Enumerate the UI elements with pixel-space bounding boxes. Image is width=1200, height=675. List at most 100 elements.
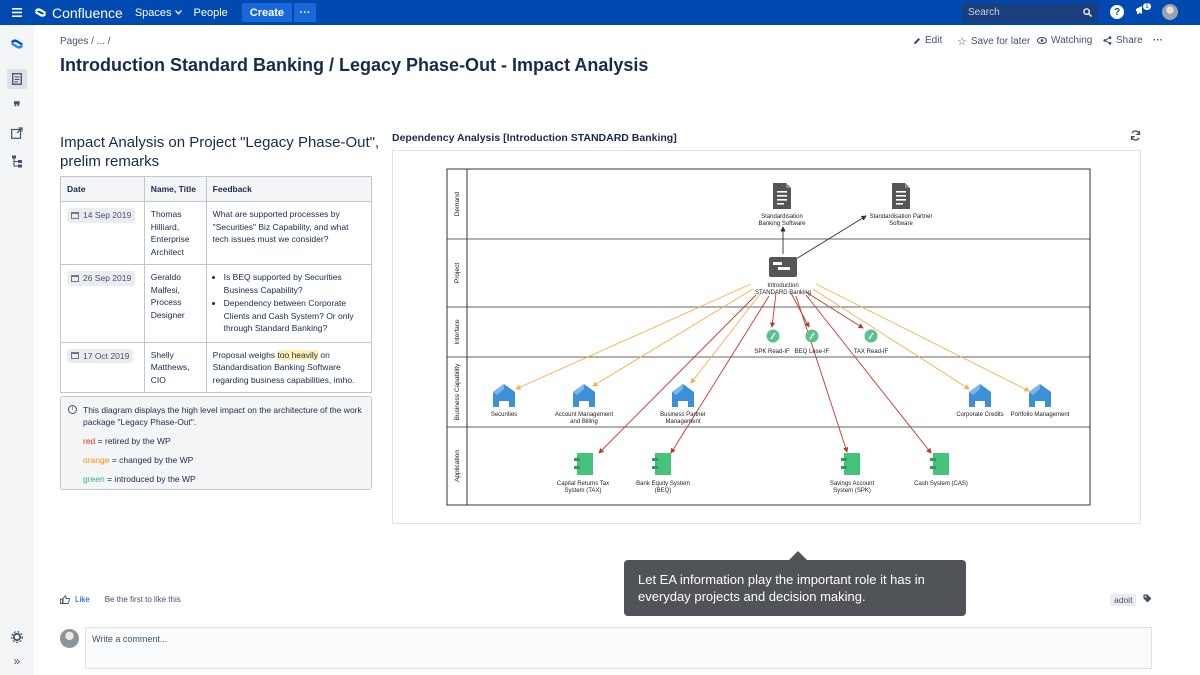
comment-input[interactable]: Write a comment... bbox=[85, 627, 1152, 669]
help-icon[interactable]: ? bbox=[1110, 5, 1124, 19]
confluence-logo-icon bbox=[35, 8, 46, 17]
feedback-cell: What are supported processes by "Securit… bbox=[205, 201, 373, 265]
node-label: TAX Read-IF bbox=[854, 349, 889, 355]
node-label: Bank Equity System bbox=[636, 481, 690, 487]
document-icon[interactable] bbox=[892, 183, 910, 209]
people-link[interactable]: People bbox=[194, 7, 228, 19]
hierarchy-icon[interactable] bbox=[9, 153, 25, 169]
more-actions-button[interactable]: ··· bbox=[1153, 35, 1163, 46]
column-header-name: Name, Title bbox=[143, 176, 207, 202]
edit-button[interactable]: Edit bbox=[913, 35, 942, 46]
name-cell: Shelly Matthews, CIO bbox=[143, 341, 207, 393]
pages-icon[interactable] bbox=[7, 69, 27, 89]
create-more-button[interactable]: ··· bbox=[294, 3, 317, 22]
impact-table: Date Name, Title Feedback 14 Sep 2019 Th… bbox=[60, 176, 373, 393]
legend-changed: orange = changed by the WP bbox=[83, 454, 363, 466]
eye-icon bbox=[1037, 37, 1047, 44]
interface-icon[interactable] bbox=[804, 328, 820, 344]
node-label: Software bbox=[889, 221, 913, 227]
document-icon[interactable] bbox=[773, 183, 791, 209]
lane-label-interface: Interface bbox=[454, 319, 461, 345]
spaces-menu[interactable]: Spaces bbox=[135, 7, 182, 19]
node-label: Introduction bbox=[767, 283, 798, 289]
node-label: and Billing bbox=[570, 419, 598, 425]
watching-label: Watching bbox=[1051, 35, 1093, 46]
diagram-title: Dependency Analysis [Introduction STANDA… bbox=[392, 132, 677, 144]
notification-count: 1 bbox=[1143, 3, 1151, 10]
date-cell: 14 Sep 2019 bbox=[60, 201, 145, 265]
app-name: Confluence bbox=[52, 4, 123, 21]
interface-icon[interactable] bbox=[863, 328, 879, 344]
node-label: (BEQ) bbox=[655, 488, 672, 494]
lane-label-demand: Demand bbox=[454, 191, 461, 216]
date-lozenge[interactable]: 14 Sep 2019 bbox=[67, 208, 136, 223]
feedback-list: Is BEQ supported by Securities Business … bbox=[213, 271, 365, 335]
date-lozenge[interactable]: 26 Sep 2019 bbox=[67, 271, 136, 286]
like-hint: Be the first to like this bbox=[104, 595, 181, 604]
column-header-date: Date bbox=[60, 176, 145, 202]
menu-icon[interactable] bbox=[0, 8, 34, 17]
chevron-down-icon bbox=[174, 10, 182, 15]
watching-button[interactable]: Watching bbox=[1037, 35, 1092, 46]
user-avatar[interactable] bbox=[1162, 4, 1178, 20]
date-lozenge[interactable]: 17 Oct 2019 bbox=[67, 348, 134, 363]
thumbs-up-icon[interactable] bbox=[60, 595, 70, 604]
table-row: 26 Sep 2019 Geraldo Malfesi, Process Des… bbox=[60, 264, 373, 343]
save-for-later-button[interactable]: ☆ Save for later bbox=[957, 35, 1030, 48]
node-label: System (SPK) bbox=[833, 488, 871, 494]
calendar-icon bbox=[71, 274, 79, 282]
project-icon[interactable] bbox=[769, 257, 797, 277]
node-label: Business Partner bbox=[660, 412, 706, 418]
node-label: Corporate Credits bbox=[956, 412, 1003, 418]
node-label: BEQ Lese-IF bbox=[795, 349, 830, 355]
list-item: Is BEQ supported by Securities Business … bbox=[224, 271, 365, 296]
calendar-icon bbox=[71, 352, 79, 360]
breadcrumb[interactable]: Pages / ... / bbox=[60, 36, 111, 47]
legend-word-green: green bbox=[83, 474, 105, 484]
like-link[interactable]: Like bbox=[75, 595, 90, 604]
info-icon: i bbox=[68, 405, 77, 414]
node-label: Standardisation bbox=[761, 214, 803, 220]
legend-text: = retired by the WP bbox=[95, 436, 171, 446]
search-placeholder: Search bbox=[968, 7, 1000, 18]
node-label: System (TAX) bbox=[565, 488, 602, 494]
quote-icon[interactable]: ❞ bbox=[9, 99, 25, 115]
legend-retired: red = retired by the WP bbox=[83, 435, 363, 447]
create-button[interactable]: Create bbox=[241, 3, 293, 22]
external-link-icon[interactable] bbox=[9, 125, 25, 141]
date-cell: 26 Sep 2019 bbox=[60, 264, 145, 343]
share-button[interactable]: Share bbox=[1103, 35, 1143, 46]
node-label: Savings Account bbox=[830, 481, 875, 487]
share-icon bbox=[1103, 36, 1112, 45]
name-cell: Thomas Hilliard, Enterprise Architect bbox=[143, 201, 207, 265]
table-row: 17 Oct 2019 Shelly Matthews, CIO Proposa… bbox=[60, 341, 373, 393]
date-cell: 17 Oct 2019 bbox=[60, 341, 145, 393]
interface-icon[interactable] bbox=[765, 328, 781, 344]
node-label: Account Management bbox=[555, 412, 614, 418]
lane-label-project: Project bbox=[454, 263, 461, 283]
feedback-text: Proposal weighs bbox=[212, 349, 278, 360]
legend-word-red: red bbox=[83, 436, 96, 446]
dependency-diagram: Demand Project Interface Business Capabi… bbox=[446, 168, 1091, 506]
node-label: Standardisation Partner bbox=[869, 214, 932, 220]
tag-icon[interactable] bbox=[1143, 594, 1152, 605]
spaces-label: Spaces bbox=[134, 6, 172, 19]
expand-sidebar-icon[interactable]: » bbox=[9, 653, 25, 669]
legend-text: = changed by the WP bbox=[109, 455, 194, 465]
page-title: Introduction Standard Banking / Legacy P… bbox=[60, 55, 649, 75]
node-label: Banking Software bbox=[758, 221, 806, 227]
share-label: Share bbox=[1116, 35, 1143, 46]
notification-bell-icon[interactable]: 1 bbox=[1135, 3, 1151, 19]
refresh-icon[interactable] bbox=[1130, 130, 1141, 144]
confluence-logo[interactable]: Confluence bbox=[34, 5, 123, 21]
lane-label-application: Application bbox=[454, 450, 461, 482]
settings-icon[interactable] bbox=[9, 629, 25, 645]
node-label: Capital Returns Tax bbox=[557, 481, 609, 487]
search-input[interactable]: Search bbox=[962, 3, 1098, 22]
commenter-avatar bbox=[60, 629, 79, 648]
star-icon: ☆ bbox=[957, 36, 967, 48]
confluence-space-icon[interactable] bbox=[9, 36, 25, 52]
label-tag[interactable]: adoit bbox=[1110, 594, 1137, 606]
table-header-row: Date Name, Title Feedback bbox=[60, 176, 373, 202]
column-header-feedback: Feedback bbox=[205, 176, 373, 202]
